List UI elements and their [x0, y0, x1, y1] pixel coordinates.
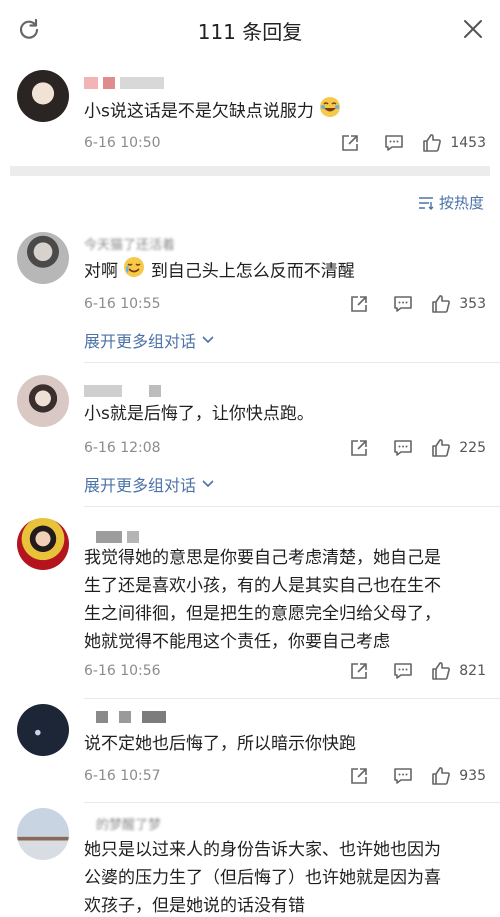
reply-time: 6-16 10:55 — [84, 296, 161, 312]
crying-laugh-emoji-icon — [123, 256, 145, 287]
thumbs-up-icon — [432, 439, 451, 457]
header: 111 条回复 — [0, 0, 500, 62]
comment-icon[interactable] — [393, 661, 413, 681]
divider — [84, 802, 500, 803]
reply-text: 对啊 到自己头上怎么反而不清醒 — [84, 256, 355, 287]
comment-icon[interactable] — [393, 294, 413, 314]
chevron-down-icon — [202, 480, 214, 488]
share-icon[interactable] — [349, 661, 369, 681]
username[interactable]: 今天猫了还活着 — [84, 234, 175, 253]
thumbs-up-icon — [432, 662, 451, 680]
reply-text: 小s就是后悔了，让你快点跑。 — [84, 404, 314, 424]
like-count: 821 — [459, 663, 486, 679]
sort-label: 按热度 — [438, 194, 484, 212]
avatar[interactable] — [17, 704, 69, 756]
thumbs-up-icon — [432, 767, 451, 785]
expand-conversation-label: 展开更多组对话 — [84, 332, 197, 351]
username-blurred[interactable] — [96, 710, 166, 724]
avatar[interactable] — [17, 232, 69, 284]
share-icon[interactable] — [349, 766, 369, 786]
comment-icon[interactable] — [393, 438, 413, 458]
like-button[interactable]: 935 — [431, 766, 486, 786]
share-icon[interactable] — [349, 438, 369, 458]
like-button[interactable]: 353 — [431, 294, 486, 314]
share-icon[interactable] — [349, 294, 369, 314]
like-count: 225 — [459, 440, 486, 456]
username[interactable]: 的梦醒了梦 — [96, 814, 161, 833]
comment-time: 6-16 10:50 — [84, 135, 161, 151]
reply-time: 6-16 10:56 — [84, 663, 161, 679]
share-icon[interactable] — [340, 133, 360, 153]
sort-icon — [418, 196, 434, 210]
expand-conversation-link[interactable]: 展开更多组对话 — [84, 328, 214, 352]
section-separator — [10, 166, 490, 176]
reply-time: 6-16 12:08 — [84, 440, 161, 456]
avatar[interactable] — [17, 375, 69, 427]
username-blurred[interactable] — [96, 530, 139, 544]
divider — [84, 362, 500, 363]
reply-text: 我觉得她的意思是你要自己考虑清楚，她自己是 生了还是喜欢小孩，有的人是其实自己也… — [84, 548, 441, 652]
username-blurred[interactable] — [84, 384, 161, 398]
reply-actions: 353 — [325, 294, 486, 314]
like-button[interactable]: 225 — [431, 438, 486, 458]
comment-actions: 1453 — [316, 133, 486, 153]
avatar[interactable] — [17, 518, 69, 570]
reply-actions: 935 — [325, 766, 486, 786]
expand-conversation-label: 展开更多组对话 — [84, 476, 197, 495]
avatar[interactable] — [17, 808, 69, 860]
comment-icon[interactable] — [393, 766, 413, 786]
thumbs-up-icon — [432, 295, 451, 313]
comment-icon[interactable] — [384, 133, 404, 153]
sort-toggle[interactable]: 按热度 — [418, 192, 484, 213]
reply-actions: 225 — [325, 438, 486, 458]
comment-text: 小s说这话是不是欠缺点说服力 — [84, 96, 341, 127]
like-button[interactable]: 1453 — [422, 133, 486, 153]
divider — [84, 698, 500, 699]
main-comment: 小s说这话是不是欠缺点说服力 6-16 10:50 1453 — [0, 62, 500, 172]
username-blurred[interactable] — [84, 76, 164, 90]
like-count: 935 — [459, 768, 486, 784]
like-count: 1453 — [450, 135, 486, 151]
like-count: 353 — [459, 296, 486, 312]
expand-conversation-link[interactable]: 展开更多组对话 — [84, 472, 214, 496]
page-title: 111 条回复 — [197, 20, 303, 44]
reply-text: 她只是以过来人的身份告诉大家、也许她也因为 公婆的压力生了（但后悔了）也许她就是… — [84, 840, 441, 916]
laugh-emoji-icon — [319, 96, 341, 127]
divider — [84, 506, 500, 507]
like-button[interactable]: 821 — [431, 661, 486, 681]
avatar[interactable] — [17, 70, 69, 122]
close-icon[interactable] — [460, 16, 486, 42]
chevron-down-icon — [202, 336, 214, 344]
reply-text: 说不定她也后悔了，所以暗示你快跑 — [84, 734, 356, 754]
reply-actions: 821 — [325, 661, 486, 681]
thumbs-up-icon — [423, 134, 442, 152]
reply-time: 6-16 10:57 — [84, 768, 161, 784]
